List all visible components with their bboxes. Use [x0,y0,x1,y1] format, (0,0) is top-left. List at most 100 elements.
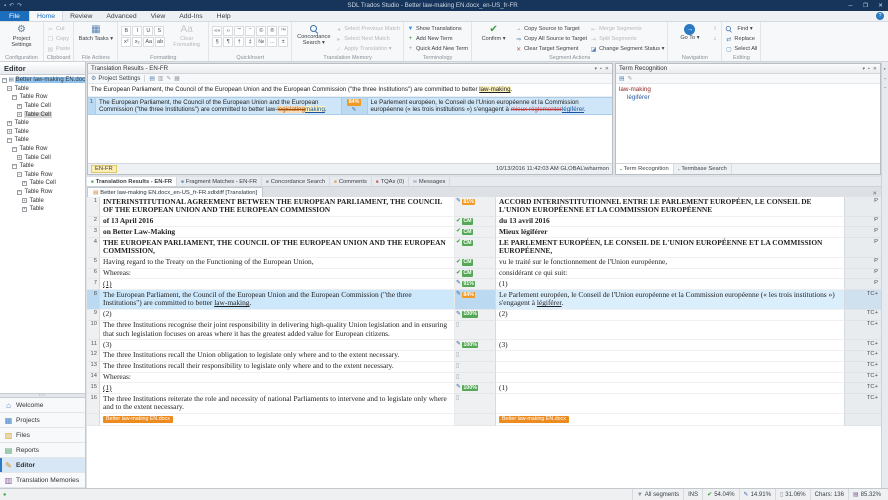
add-new-term-button[interactable]: +Add New Term [407,35,468,44]
tm-match-row[interactable]: 1 The European Parliament, the Council o… [88,97,612,116]
target-cell[interactable] [496,351,845,362]
select-all-button[interactable]: ▢Select All [725,45,757,54]
symbol-button[interactable]: B [121,26,131,36]
tm-settings-icon[interactable]: ▦ [174,76,179,82]
source-cell[interactable]: INTERINSTITUTIONAL AGREEMENT BETWEEN THE… [100,197,455,217]
term-translation[interactable]: légiférer [619,94,877,102]
tab-home[interactable]: Home [29,11,63,21]
panel-menu-icon[interactable]: ▾ [595,66,598,72]
symbol-button[interactable]: … [267,37,277,47]
tree-item[interactable]: +Table Cell [0,110,85,119]
tab-view[interactable]: View [144,11,173,21]
symbol-button[interactable]: ‹› [223,26,233,36]
tab-file[interactable]: File [0,11,29,21]
edit-translation-icon[interactable]: ✎ [166,76,171,82]
collapse-icon[interactable]: − [2,78,7,83]
tab-comments[interactable]: ■Comments [330,177,372,186]
collapse-icon[interactable]: − [17,190,22,195]
nav-item-translation-memories[interactable]: ▥Translation Memories [0,473,85,488]
target-cell[interactable]: Le Parlement européen, le Conseil de l'U… [496,290,845,310]
tree-item[interactable]: +Table Cell [0,102,85,111]
status-chars-136[interactable]: Chars: 136 [810,489,848,500]
target-cell[interactable]: vu le traité sur le fonctionnement de l'… [496,258,845,269]
merge-segments-button[interactable]: ⇤Merge Segments [590,25,664,34]
source-cell[interactable]: Whereas: [100,269,455,280]
nav-item-welcome[interactable]: ⌂Welcome [0,398,85,413]
symbol-button[interactable]: § [212,37,222,47]
status-ins[interactable]: INS [683,489,702,500]
target-cell[interactable]: (1) [496,383,845,394]
results-view-icon[interactable]: ▤ [149,76,154,82]
down-button[interactable]: ↓ [711,35,718,44]
tab-help[interactable]: Help [210,11,238,21]
project-settings-link[interactable]: Project Settings [98,76,140,82]
change-segment-status-button[interactable]: ◪Change Segment Status ▾ [590,45,664,54]
select-previous-match-button[interactable]: ◂Select Previous Match [335,25,400,34]
collapse-icon[interactable]: − [17,172,22,177]
expand-icon[interactable]: + [17,104,22,109]
symbol-button[interactable]: № [256,37,266,47]
symbol-button[interactable]: x₂ [132,37,142,47]
target-cell[interactable] [496,394,845,414]
concordance-search-button[interactable]: Concordance Search ▾ [295,23,332,54]
symbol-button[interactable]: «» [212,26,222,36]
maximize-button[interactable]: ❐ [858,0,873,11]
panel-menu-icon[interactable]: ▾ [863,66,866,72]
tree-item[interactable]: −Table Row [0,145,85,154]
symbol-button[interactable]: ± [278,37,288,47]
status-14-91[interactable]: ✎14.91% [739,489,775,500]
up-button[interactable]: ↑ [711,25,718,34]
tree-item[interactable]: +Table Cell [0,153,85,162]
copy-button[interactable]: ❐Copy [47,35,70,44]
expand-icon[interactable]: + [7,121,12,126]
source-cell[interactable]: The three Institutions recognise their j… [100,321,455,341]
batch-tasks-button[interactable]: ▦Batch Tasks ▾ [77,23,114,53]
tree-item[interactable]: +Table [0,205,85,214]
document-tab[interactable]: ▤ Better law-making EN.docx_en-US_fr-FR.… [87,187,263,197]
tree-item[interactable]: −Table Row [0,188,85,197]
cut-button[interactable]: ✂Cut [47,25,70,34]
autohide-panel-1-icon[interactable]: ▸ [884,66,886,72]
insert-term-icon[interactable]: ✎ [627,76,632,82]
status-all-segments[interactable]: ▼All segments [632,489,683,500]
status-85-32[interactable]: ▤85.32% [848,489,885,500]
tree-item[interactable]: −Table [0,162,85,171]
confirm-button[interactable]: ✔Confirm ▾ [475,23,512,54]
source-cell[interactable]: Whereas: [100,373,455,384]
collapse-icon[interactable]: − [7,86,12,91]
autohide-panel-2-icon[interactable]: ▪ [884,76,886,81]
source-cell[interactable]: (3) [100,340,455,351]
tree-item[interactable]: +Table [0,119,85,128]
status-31-06[interactable]: ▯31.06% [775,489,810,500]
go-to-button[interactable]: Go To ▾ [671,23,708,53]
symbol-button[interactable]: “” [234,26,244,36]
source-cell[interactable]: The three Institutions reiterate the rol… [100,394,455,414]
target-cell[interactable]: (2) [496,310,845,321]
clear-target-segment-button[interactable]: ✕Clear Target Segment [515,45,587,54]
symbol-button[interactable]: ¶ [223,37,233,47]
source-cell[interactable]: Having regard to the Treaty on the Funct… [100,258,455,269]
target-cell[interactable]: considérant ce qui suit: [496,269,845,280]
symbol-button[interactable]: Aa [143,37,154,47]
apply-translation-button[interactable]: ✓Apply Translation ▾ [335,45,400,54]
source-cell[interactable]: of 13 April 2016 [100,217,455,228]
pin-icon[interactable]: ▪ [868,66,870,72]
tab-translation-results-en-fr[interactable]: ■Translation Results - EN-FR [87,177,177,186]
symbol-button[interactable]: ‘’ [245,26,255,36]
tab-fragment-matches-en-fr[interactable]: ■Fragment Matches - EN-FR [177,177,262,186]
minimize-button[interactable]: ─ [843,0,858,11]
collapse-icon[interactable]: − [12,95,17,100]
clear-formatting-button[interactable]: AaClear Formatting [168,23,205,53]
tree-item[interactable]: +Table [0,128,85,137]
tree-item[interactable]: +Table Cell [0,179,85,188]
show-translations-button[interactable]: ▼Show Translations [407,25,468,34]
symbol-button[interactable]: ab [155,37,165,47]
tree-item[interactable]: −Table [0,85,85,94]
project-settings-button[interactable]: ⚙Project Settings [3,23,40,53]
symbol-button[interactable]: © [256,26,266,36]
copy-all-source-to-target-button[interactable]: ⇒Copy All Source to Target [515,35,587,44]
status-54-04[interactable]: ✔54.04% [702,489,738,500]
source-cell[interactable]: THE EUROPEAN PARLIAMENT, THE COUNCIL OF … [100,238,455,258]
close-icon[interactable]: ✕ [605,66,609,72]
symbol-button[interactable]: S [154,26,164,36]
